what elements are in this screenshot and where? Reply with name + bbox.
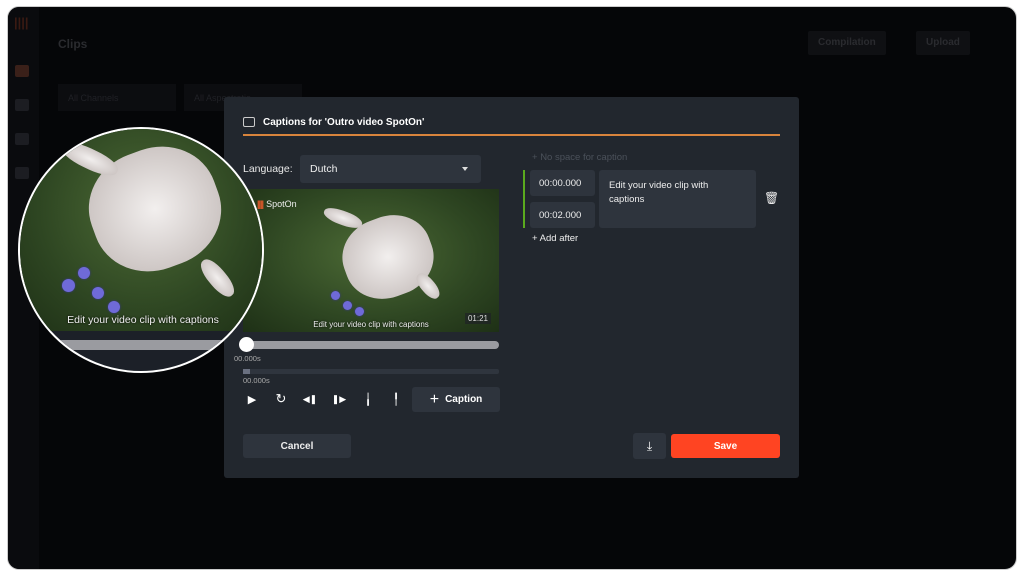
upload-button[interactable]: Upload bbox=[916, 31, 970, 55]
magnified-video-frame: Edit your video clip with captions bbox=[20, 129, 262, 331]
library-icon[interactable] bbox=[15, 99, 29, 111]
caption-text-input[interactable]: Edit your video clip with captions bbox=[599, 170, 756, 228]
chevron-down-icon bbox=[462, 167, 468, 174]
add-caption-button[interactable]: + Caption bbox=[412, 387, 500, 412]
captions-modal: Captions for 'Outro video SpotOn' Langua… bbox=[224, 97, 799, 478]
clips-icon[interactable] bbox=[15, 65, 29, 77]
video-duration: 01:21 bbox=[464, 313, 491, 324]
seek-time: 00.000s bbox=[234, 354, 261, 363]
logo-icon: |||| bbox=[14, 15, 29, 30]
timeline-bar[interactable] bbox=[243, 369, 499, 374]
video-frame-flower bbox=[78, 267, 90, 279]
magnified-seek-bar bbox=[20, 340, 262, 350]
replay-icon[interactable]: ↻ bbox=[271, 389, 291, 409]
captions-icon bbox=[243, 117, 255, 127]
save-button[interactable]: Save bbox=[671, 434, 780, 458]
channel-filter[interactable]: All Channels bbox=[58, 84, 176, 111]
video-player[interactable]: ||||SpotOn Edit your video clip with cap… bbox=[243, 189, 499, 332]
step-back-icon[interactable]: ◀❚ bbox=[300, 389, 320, 409]
add-after-button[interactable]: + Add after bbox=[532, 233, 578, 244]
video-frame-flower bbox=[92, 287, 104, 299]
magnifier-callout: Edit your video clip with captions bbox=[18, 127, 264, 373]
seek-slider[interactable] bbox=[243, 341, 499, 349]
compilation-button[interactable]: Compilation bbox=[808, 31, 886, 55]
download-icon[interactable]: ⤓ bbox=[633, 433, 666, 459]
modal-header: Captions for 'Outro video SpotOn' bbox=[243, 117, 780, 136]
timeline-time: 00.000s bbox=[243, 376, 270, 385]
video-frame-flower bbox=[331, 291, 340, 300]
video-frame-subject bbox=[58, 137, 122, 181]
delete-caption-icon[interactable]: 🗑 bbox=[764, 191, 779, 205]
plus-icon: + bbox=[429, 390, 440, 408]
video-frame-flower bbox=[108, 301, 120, 313]
step-forward-icon[interactable]: ❚▶ bbox=[329, 389, 349, 409]
modal-title: Captions for 'Outro video SpotOn' bbox=[263, 117, 425, 128]
video-frame-flower bbox=[343, 301, 352, 310]
timeline-progress bbox=[243, 369, 250, 374]
video-frame-flower bbox=[62, 279, 75, 292]
no-space-label: + No space for caption bbox=[532, 152, 628, 163]
language-value: Dutch bbox=[310, 163, 338, 175]
caption-start-input[interactable]: 00:00.000 bbox=[530, 170, 595, 196]
magnified-caption-overlay: Edit your video clip with captions bbox=[67, 314, 219, 326]
language-select[interactable]: Dutch bbox=[300, 155, 481, 183]
video-frame-subject bbox=[321, 204, 365, 232]
video-frame-flower bbox=[355, 307, 364, 316]
play-icon[interactable]: ▶ bbox=[242, 389, 262, 409]
page-title: Clips bbox=[58, 37, 88, 51]
cancel-button[interactable]: Cancel bbox=[243, 434, 351, 458]
active-caption-indicator bbox=[523, 170, 525, 228]
caption-end-input[interactable]: 00:02.000 bbox=[530, 202, 595, 228]
set-end-icon[interactable]: ╿ bbox=[386, 389, 406, 409]
video-caption-overlay: Edit your video clip with captions bbox=[313, 320, 429, 329]
set-start-icon[interactable]: ╽ bbox=[358, 389, 378, 409]
spoton-logo: ||||SpotOn bbox=[257, 199, 297, 209]
video-frame-subject bbox=[196, 254, 239, 302]
